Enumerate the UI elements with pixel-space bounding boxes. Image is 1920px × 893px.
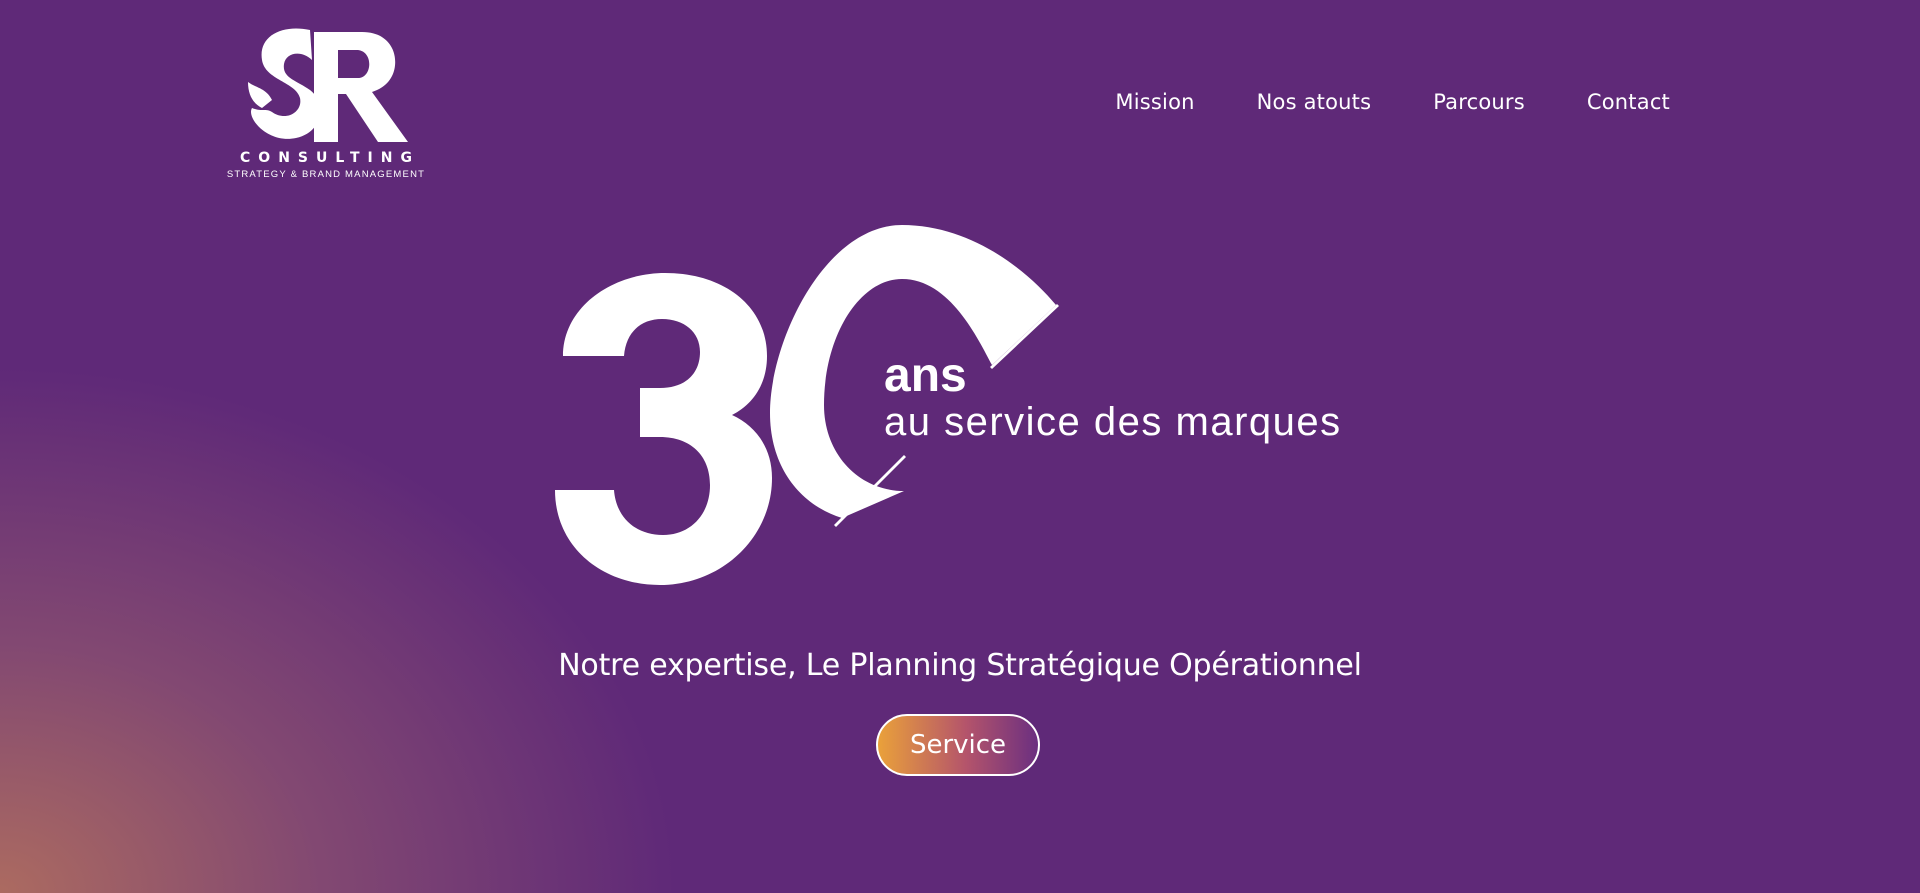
hero-subtitle: au service des marques xyxy=(884,400,1342,444)
hero-section: CONSULTING STRATEGY & BRAND MANAGEMENT M… xyxy=(0,0,1920,893)
service-button[interactable]: Service xyxy=(876,714,1040,776)
nav-item-parcours[interactable]: Parcours xyxy=(1433,90,1525,114)
expertise-heading: Notre expertise, Le Planning Stratégique… xyxy=(558,647,1362,683)
nav-item-nos-atouts[interactable]: Nos atouts xyxy=(1257,90,1372,114)
logo-tagline: STRATEGY & BRAND MANAGEMENT xyxy=(226,169,426,180)
nav-item-contact[interactable]: Contact xyxy=(1587,90,1670,114)
ans-label: ans xyxy=(884,349,967,402)
logo-consulting-text: CONSULTING xyxy=(240,150,420,166)
nav-item-mission[interactable]: Mission xyxy=(1115,90,1194,114)
main-navigation: Mission Nos atouts Parcours Contact xyxy=(1115,90,1670,114)
sr-logo-mark-icon xyxy=(248,28,408,142)
sr-consulting-logo[interactable]: CONSULTING STRATEGY & BRAND MANAGEMENT xyxy=(222,26,430,184)
